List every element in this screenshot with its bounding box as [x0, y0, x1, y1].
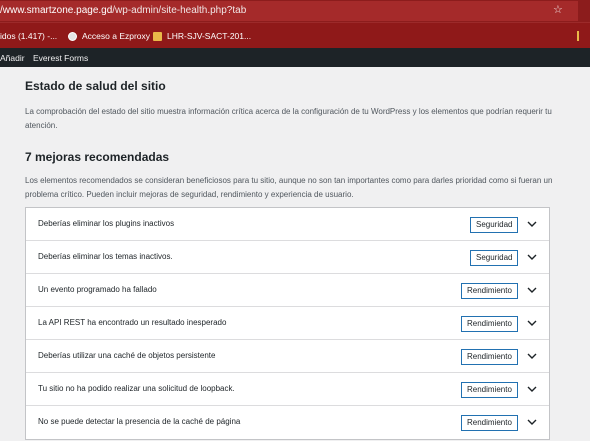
performance-badge: Rendimiento [461, 316, 518, 332]
security-badge: Seguridad [470, 250, 519, 266]
bookmark-item[interactable]: LHR-SJV-SACT-201... [153, 31, 251, 41]
browser-address-bar: /www.smartzone.page.gd/wp-admin/site-hea… [0, 0, 590, 22]
performance-badge: Rendimiento [461, 349, 518, 365]
performance-badge: Rendimiento [461, 382, 518, 398]
bookmark-star-icon[interactable]: ☆ [553, 3, 563, 17]
issue-label: No se puede detectar la presencia de la … [38, 417, 241, 426]
chevron-down-icon[interactable] [526, 219, 538, 229]
security-badge: Seguridad [470, 217, 519, 233]
url-host: /www.smartzone.page.gd [0, 5, 113, 16]
issue-row-page-cache[interactable]: No se puede detectar la presencia de la … [26, 406, 549, 439]
chevron-down-icon[interactable] [526, 318, 538, 328]
issue-label: Tu sitio no ha podido realizar una solic… [38, 384, 235, 393]
url-field[interactable]: /www.smartzone.page.gd/wp-admin/site-hea… [0, 1, 578, 21]
chevron-down-icon[interactable] [526, 351, 538, 361]
issue-row-object-cache[interactable]: Deberías utilizar una caché de objetos p… [26, 340, 549, 373]
issue-row-rest-api[interactable]: La API REST ha encontrado un resultado i… [26, 307, 549, 340]
admin-bar-new[interactable]: Añadir [0, 53, 25, 63]
folder-icon[interactable] [577, 31, 579, 41]
section-title: 7 mejoras recomendadas [25, 150, 170, 164]
bookmark-item[interactable]: Acceso a Ezproxy [68, 31, 150, 41]
bookmark-label: Acceso a Ezproxy [82, 31, 151, 41]
issue-label: Un evento programado ha fallado [38, 285, 157, 294]
issue-label: La API REST ha encontrado un resultado i… [38, 318, 227, 327]
performance-badge: Rendimiento [461, 415, 518, 431]
page-title: Estado de salud del sitio [25, 79, 166, 93]
bookmark-item[interactable]: idos (1.417) -... [0, 31, 57, 41]
admin-bar-everest-forms[interactable]: Everest Forms [33, 53, 88, 63]
page-description: La comprobación del estado del sitio mue… [25, 107, 552, 130]
issue-label: Deberías eliminar los plugins inactivos [38, 219, 175, 228]
issue-row-inactive-themes[interactable]: Deberías eliminar los temas inactivos. S… [26, 241, 549, 274]
performance-badge: Rendimiento [461, 283, 518, 299]
issue-row-inactive-plugins[interactable]: Deberías eliminar los plugins inactivos … [26, 208, 549, 241]
chevron-down-icon[interactable] [526, 384, 538, 394]
chevron-down-icon[interactable] [526, 417, 538, 427]
issue-label: Deberías eliminar los temas inactivos. [38, 252, 173, 261]
chevron-down-icon[interactable] [526, 252, 538, 262]
issues-list: Deberías eliminar los plugins inactivos … [25, 207, 550, 440]
globe-icon [68, 31, 77, 41]
url-text: /www.smartzone.page.gd/wp-admin/site-hea… [0, 5, 246, 16]
issue-label: Deberías utilizar una caché de objetos p… [38, 351, 216, 360]
url-path: /wp-admin/site-health.php?tab [112, 5, 247, 16]
issue-row-scheduled-event[interactable]: Un evento programado ha fallado Rendimie… [26, 274, 549, 307]
bookmark-label: idos (1.417) -... [0, 31, 58, 41]
wp-admin-bar: Añadir Everest Forms [0, 48, 590, 67]
folder-icon [153, 31, 162, 41]
issue-row-loopback[interactable]: Tu sitio no ha podido realizar una solic… [26, 373, 549, 406]
section-description: Los elementos recomendados se consideran… [25, 176, 553, 199]
chevron-down-icon[interactable] [526, 285, 538, 295]
bookmark-label: LHR-SJV-SACT-201... [167, 31, 252, 41]
bookmarks-bar: idos (1.417) -... Acceso a Ezproxy LHR-S… [0, 22, 590, 48]
